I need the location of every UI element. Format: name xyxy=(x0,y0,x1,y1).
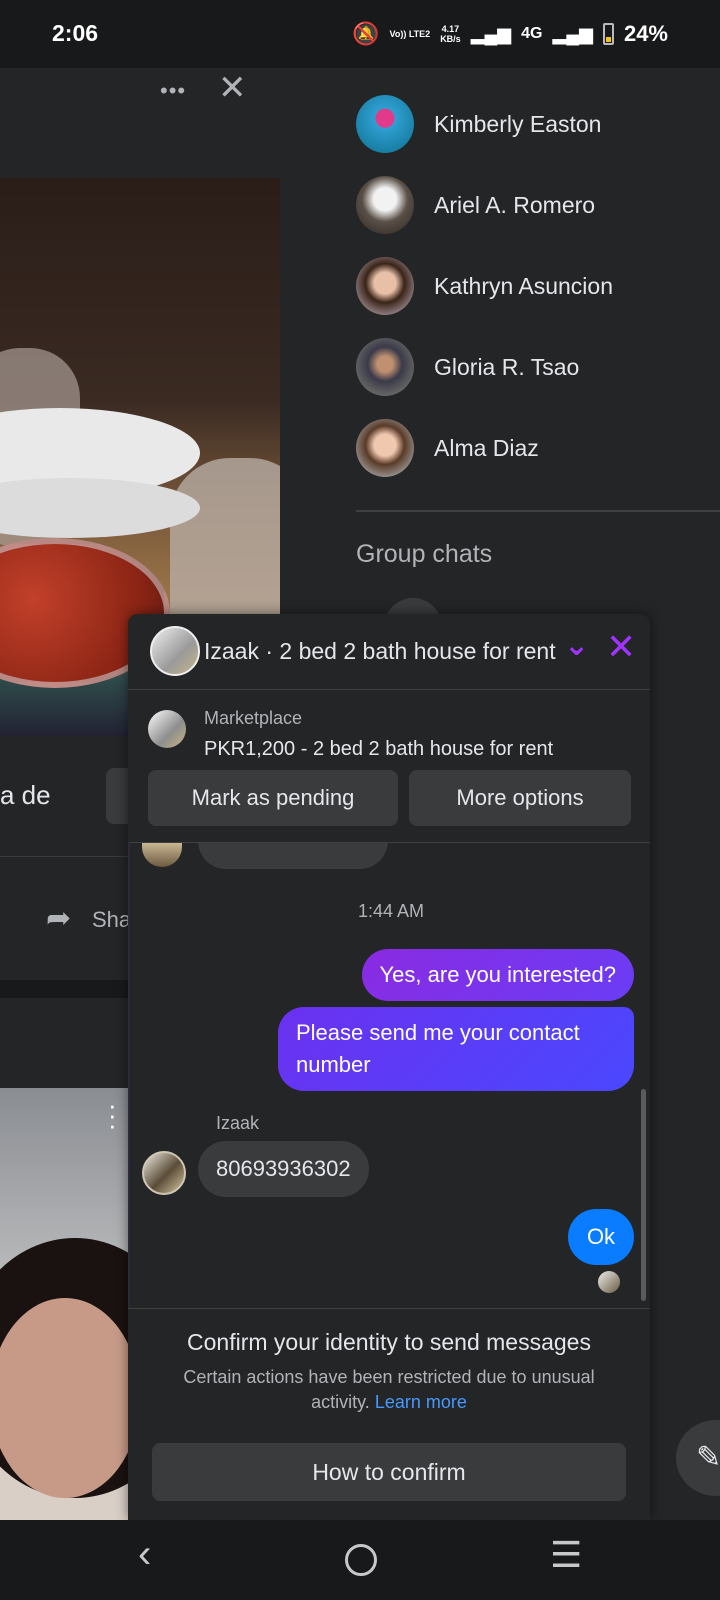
signal-icon: ▂▄▆ xyxy=(470,23,512,44)
mark-as-pending-button[interactable]: Mark as pending xyxy=(148,770,398,826)
status-icons: 🔕 Vo)) LTE2 4.17 KB/s ▂▄▆ 4G ▂▄▆ 24% xyxy=(352,18,668,50)
system-nav-bar: ‹ ☰ xyxy=(0,1520,720,1600)
home-icon[interactable] xyxy=(345,1544,377,1576)
battery-icon xyxy=(602,23,614,45)
message-list[interactable]: 1:44 AM Yes, are you interested? Please … xyxy=(128,842,650,1308)
seen-indicator-avatar xyxy=(598,1271,620,1293)
status-time: 2:06 xyxy=(52,20,99,46)
outgoing-message[interactable]: Please send me your contact number xyxy=(278,1007,634,1091)
avatar xyxy=(142,843,182,867)
close-icon[interactable]: ✕ xyxy=(606,626,636,668)
more-options-button[interactable]: More options xyxy=(409,770,631,826)
compose-icon: ✎ xyxy=(696,1441,720,1474)
chat-window: Izaak · 2 bed 2 bath house for rent ⌄ ✕ … xyxy=(128,614,650,1520)
status-bar: 2:06 🔕 Vo)) LTE2 4.17 KB/s ▂▄▆ 4G ▂▄▆ 24… xyxy=(0,0,720,68)
contact-name: Gloria R. Tsao xyxy=(434,353,580,380)
outgoing-message[interactable]: Ok xyxy=(568,1209,634,1265)
avatar xyxy=(356,257,414,315)
contact-item[interactable]: Alma Diaz xyxy=(356,418,539,478)
network-type: 4G xyxy=(521,25,543,42)
speed-unit: KB/s xyxy=(440,34,461,44)
incoming-message[interactable]: 80693936302 xyxy=(198,1141,369,1197)
contact-item[interactable]: Kathryn Asuncion xyxy=(356,256,613,316)
kebab-menu-icon[interactable]: · · · xyxy=(108,1092,117,1138)
share-label[interactable]: Sha xyxy=(92,907,131,933)
avatar xyxy=(356,176,414,234)
more-dots-icon[interactable]: ••• xyxy=(160,78,186,104)
avatar xyxy=(356,419,414,477)
minimize-icon[interactable]: ⌄ xyxy=(564,628,589,663)
outgoing-message[interactable]: Yes, are you interested? xyxy=(361,949,634,1001)
scrollbar[interactable] xyxy=(641,1089,646,1301)
learn-more-link[interactable]: Learn more xyxy=(375,1392,467,1412)
chat-header: Izaak · 2 bed 2 bath house for rent ⌄ ✕ xyxy=(128,614,650,690)
listing-title: PKR1,200 - 2 bed 2 bath house for rent xyxy=(204,738,554,760)
sender-name: Izaak xyxy=(216,1113,260,1133)
recents-icon[interactable]: ☰ xyxy=(550,1534,582,1576)
close-icon[interactable]: ✕ xyxy=(218,68,247,108)
listing-source: Marketplace xyxy=(204,708,303,728)
contact-name: Kathryn Asuncion xyxy=(434,272,614,299)
how-to-confirm-button[interactable]: How to confirm xyxy=(152,1443,626,1501)
divider xyxy=(356,510,720,512)
share-icon[interactable]: ➦ xyxy=(46,901,71,936)
signal-2-icon: ▂▄▆ xyxy=(552,23,593,44)
contact-name: Kimberly Easton xyxy=(434,110,602,137)
identity-confirm-banner: Confirm your identity to send messages C… xyxy=(128,1308,650,1520)
contact-item[interactable]: Ariel A. Romero xyxy=(356,175,595,235)
marketplace-listing[interactable]: Marketplace PKR1,200 - 2 bed 2 bath hous… xyxy=(128,690,650,770)
chat-title[interactable]: Izaak · 2 bed 2 bath house for rent xyxy=(204,638,556,665)
post-header: ••• ✕ xyxy=(0,68,280,178)
avatar xyxy=(356,338,414,396)
volte-indicator: Vo)) LTE2 xyxy=(389,29,431,39)
avatar[interactable] xyxy=(150,626,200,676)
message-timestamp: 1:44 AM xyxy=(357,901,425,921)
contact-item[interactable]: Gloria R. Tsao xyxy=(356,337,579,397)
listing-thumbnail xyxy=(148,710,186,748)
confirm-title: Confirm your identity to send messages xyxy=(187,1329,591,1355)
confirm-body: Certain actions have been restricted due… xyxy=(158,1365,620,1415)
group-chats-heading: Group chats xyxy=(356,540,493,568)
network-speed: 4.17 KB/s xyxy=(440,24,461,44)
avatar[interactable] xyxy=(142,1151,186,1195)
mute-icon: 🔕 xyxy=(352,21,380,46)
speed-value: 4.17 xyxy=(441,24,460,34)
contact-name: Ariel A. Romero xyxy=(434,191,596,218)
battery-percent: 24% xyxy=(623,21,668,46)
caption-text: a de xyxy=(0,780,51,810)
contact-item[interactable]: Kimberly Easton xyxy=(356,94,601,154)
contact-name: Alma Diaz xyxy=(434,434,539,461)
avatar xyxy=(356,95,414,153)
message-bubble xyxy=(198,843,388,869)
back-icon[interactable]: ‹ xyxy=(138,1532,151,1577)
